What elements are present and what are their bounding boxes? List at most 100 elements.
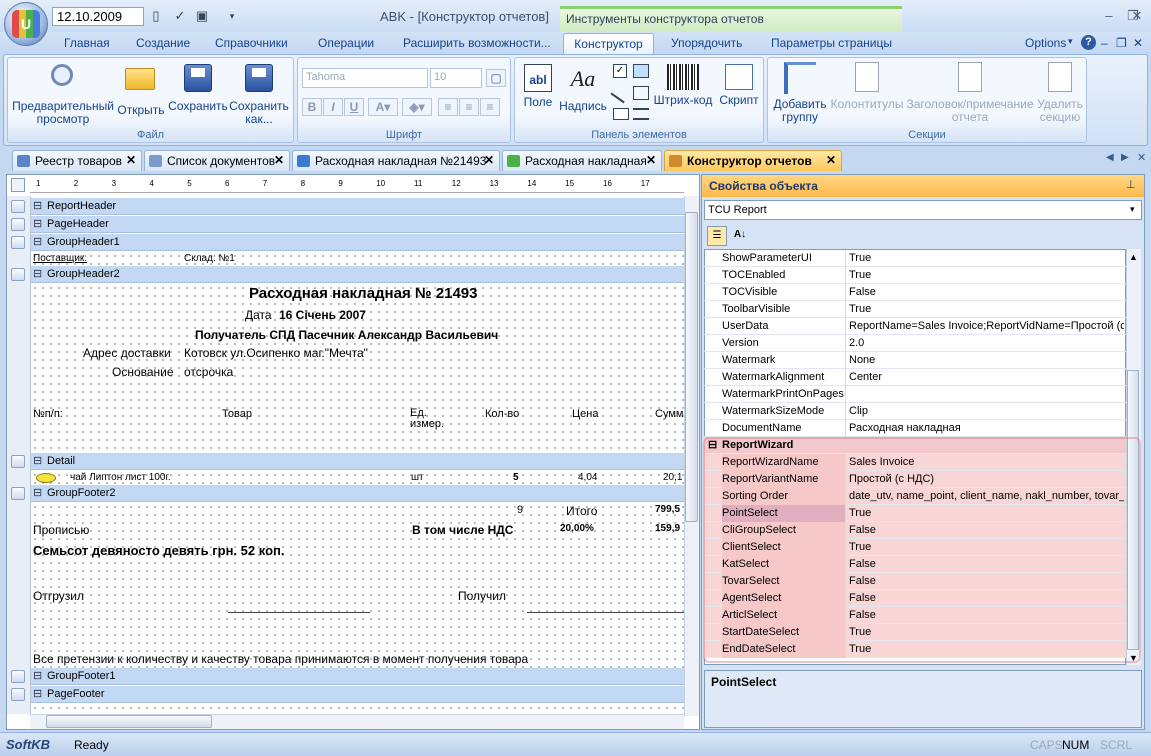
help-icon[interactable]: ?: [1081, 35, 1096, 50]
basis-label[interactable]: Основание: [112, 365, 174, 379]
property-value[interactable]: Center: [849, 369, 1124, 386]
report-header-button[interactable]: Заголовок/примечание отчета: [902, 62, 1038, 124]
property-value[interactable]: 2.0: [849, 335, 1124, 352]
property-value[interactable]: None: [849, 352, 1124, 369]
doc-tab-invoice-21493[interactable]: Расходная накладная №21493 ✕: [292, 150, 500, 171]
band-handle[interactable]: [11, 218, 25, 231]
col-number[interactable]: №п/п:: [33, 408, 63, 420]
date-value[interactable]: 16 Січень 2007: [279, 308, 366, 322]
band-handle[interactable]: [11, 455, 25, 468]
tab-extend[interactable]: Расширить возможности...: [403, 36, 551, 50]
qat-dropdown-icon[interactable]: ▾: [224, 8, 240, 24]
total-label[interactable]: Итого: [566, 504, 597, 518]
tab-arrange[interactable]: Упорядочить: [671, 36, 742, 50]
band-group-footer1[interactable]: GroupFooter1: [31, 668, 684, 685]
bold-icon[interactable]: B: [302, 98, 322, 116]
report-title[interactable]: Расходная накладная № 21493: [249, 285, 477, 302]
detail-image-icon[interactable]: [36, 473, 56, 483]
detail-qty[interactable]: 5: [513, 472, 519, 483]
total-value[interactable]: 799,5: [655, 504, 680, 515]
property-value[interactable]: True: [849, 250, 1124, 267]
property-row[interactable]: EndDateSelect True: [704, 641, 1126, 658]
categorized-icon[interactable]: ☰: [707, 226, 727, 246]
scroll-up-icon[interactable]: ▲: [1129, 252, 1138, 262]
property-row[interactable]: UserData ReportName=Sales Invoice;ReportV…: [704, 318, 1126, 335]
picture-element-icon[interactable]: [633, 64, 649, 78]
label-button[interactable]: Aa Надпись: [559, 64, 607, 113]
align-right-icon[interactable]: ≡: [480, 98, 500, 116]
property-value[interactable]: True: [849, 641, 1124, 658]
new-doc-icon[interactable]: ▯: [148, 8, 164, 24]
close-tab-icon[interactable]: ✕: [826, 153, 836, 167]
scroll-down-icon[interactable]: ▼: [1129, 653, 1138, 663]
tab-page-setup[interactable]: Параметры страницы: [771, 36, 892, 50]
property-value[interactable]: True: [849, 505, 1124, 522]
band-page-header[interactable]: PageHeader: [31, 216, 684, 233]
doc-tab-documents[interactable]: Список документов ✕: [144, 150, 290, 171]
ribbon-restore-icon[interactable]: ❐: [1116, 36, 1127, 50]
save-qat-icon[interactable]: ▣: [194, 8, 210, 24]
save-button[interactable]: Сохранить: [168, 62, 228, 113]
warehouse-label[interactable]: Склад: №1: [184, 253, 235, 264]
property-row[interactable]: DocumentName Расходная накладная: [704, 420, 1126, 437]
property-row[interactable]: Watermark None: [704, 352, 1126, 369]
line-element-icon[interactable]: [610, 82, 632, 104]
property-value[interactable]: False: [849, 590, 1124, 607]
doc-tab-registry[interactable]: Реестр товаров ✕: [12, 150, 142, 171]
options-menu[interactable]: Options: [1025, 36, 1066, 50]
property-value[interactable]: True: [849, 539, 1124, 556]
date-field[interactable]: 12.10.2009: [52, 7, 144, 26]
font-size-combo[interactable]: 10: [430, 68, 482, 88]
band-handle[interactable]: [11, 200, 25, 213]
field-button[interactable]: abl Поле: [521, 64, 555, 109]
close-tab-icon[interactable]: ✕: [274, 153, 284, 167]
property-row[interactable]: TOCEnabled True: [704, 267, 1126, 284]
designer-vscroll-thumb[interactable]: [685, 212, 698, 522]
col-sum[interactable]: Сумм: [655, 408, 683, 420]
property-row[interactable]: WatermarkSizeMode Clip: [704, 403, 1126, 420]
property-row[interactable]: ShowParameterUI True: [704, 250, 1126, 267]
band-report-header[interactable]: ReportHeader: [31, 198, 684, 215]
col-price[interactable]: Цена: [572, 408, 598, 420]
band-group-header1[interactable]: GroupHeader1: [31, 234, 684, 251]
property-value[interactable]: False: [849, 522, 1124, 539]
italic-icon[interactable]: I: [323, 98, 343, 116]
band-handle[interactable]: [11, 268, 25, 281]
words-label[interactable]: Прописью: [33, 523, 89, 537]
detail-product[interactable]: чай Липтон лист 100г.: [70, 472, 171, 483]
align-left-icon[interactable]: ≡: [438, 98, 458, 116]
property-value[interactable]: Clip: [849, 403, 1124, 420]
doc-tab-designer[interactable]: Конструктор отчетов ✕: [664, 150, 842, 171]
band-handle[interactable]: [11, 670, 25, 683]
tab-designer[interactable]: Конструктор: [563, 33, 654, 56]
property-row[interactable]: WatermarkAlignment Center: [704, 369, 1126, 386]
detail-unit[interactable]: шт: [411, 472, 424, 483]
property-value[interactable]: [849, 386, 1124, 403]
property-value[interactable]: True: [849, 624, 1124, 641]
property-row[interactable]: CliGroupSelect False: [704, 522, 1126, 539]
vat-label[interactable]: В том числе НДС: [412, 523, 513, 537]
property-row[interactable]: ReportWizardName Sales Invoice: [704, 454, 1126, 471]
property-row[interactable]: AgentSelect False: [704, 590, 1126, 607]
minimize-icon[interactable]: –: [1100, 8, 1118, 24]
vat-percent[interactable]: 20,00%: [560, 523, 594, 534]
border-icon[interactable]: ▢: [486, 69, 506, 87]
doc-tab-invoice[interactable]: Расходная накладная ✕: [502, 150, 662, 171]
app-menu-button[interactable]: U: [4, 2, 48, 46]
property-row[interactable]: Sorting Order date_utv, name_point, clien…: [704, 488, 1126, 505]
col-product[interactable]: Товар: [222, 408, 252, 420]
property-value[interactable]: True: [849, 301, 1124, 318]
property-row[interactable]: KatSelect False: [704, 556, 1126, 573]
words-value[interactable]: Семьсот девяносто девять грн. 52 коп.: [33, 543, 284, 558]
address-label[interactable]: Адрес доставки: [83, 346, 171, 360]
underline-icon[interactable]: U: [344, 98, 364, 116]
add-group-button[interactable]: Добавить группу: [770, 62, 830, 124]
address-value[interactable]: Котовск ул.Осипенко маг."Мечта": [184, 346, 368, 360]
select-all-icon[interactable]: [11, 178, 25, 192]
tab-scroll-left-icon[interactable]: ◀: [1106, 152, 1114, 163]
property-row[interactable]: ToolbarVisible True: [704, 301, 1126, 318]
tab-create[interactable]: Создание: [136, 36, 190, 50]
basis-value[interactable]: отсрочка: [184, 365, 233, 379]
check-icon[interactable]: ✓: [172, 8, 188, 24]
save-as-button[interactable]: Сохранить как...: [228, 62, 290, 126]
